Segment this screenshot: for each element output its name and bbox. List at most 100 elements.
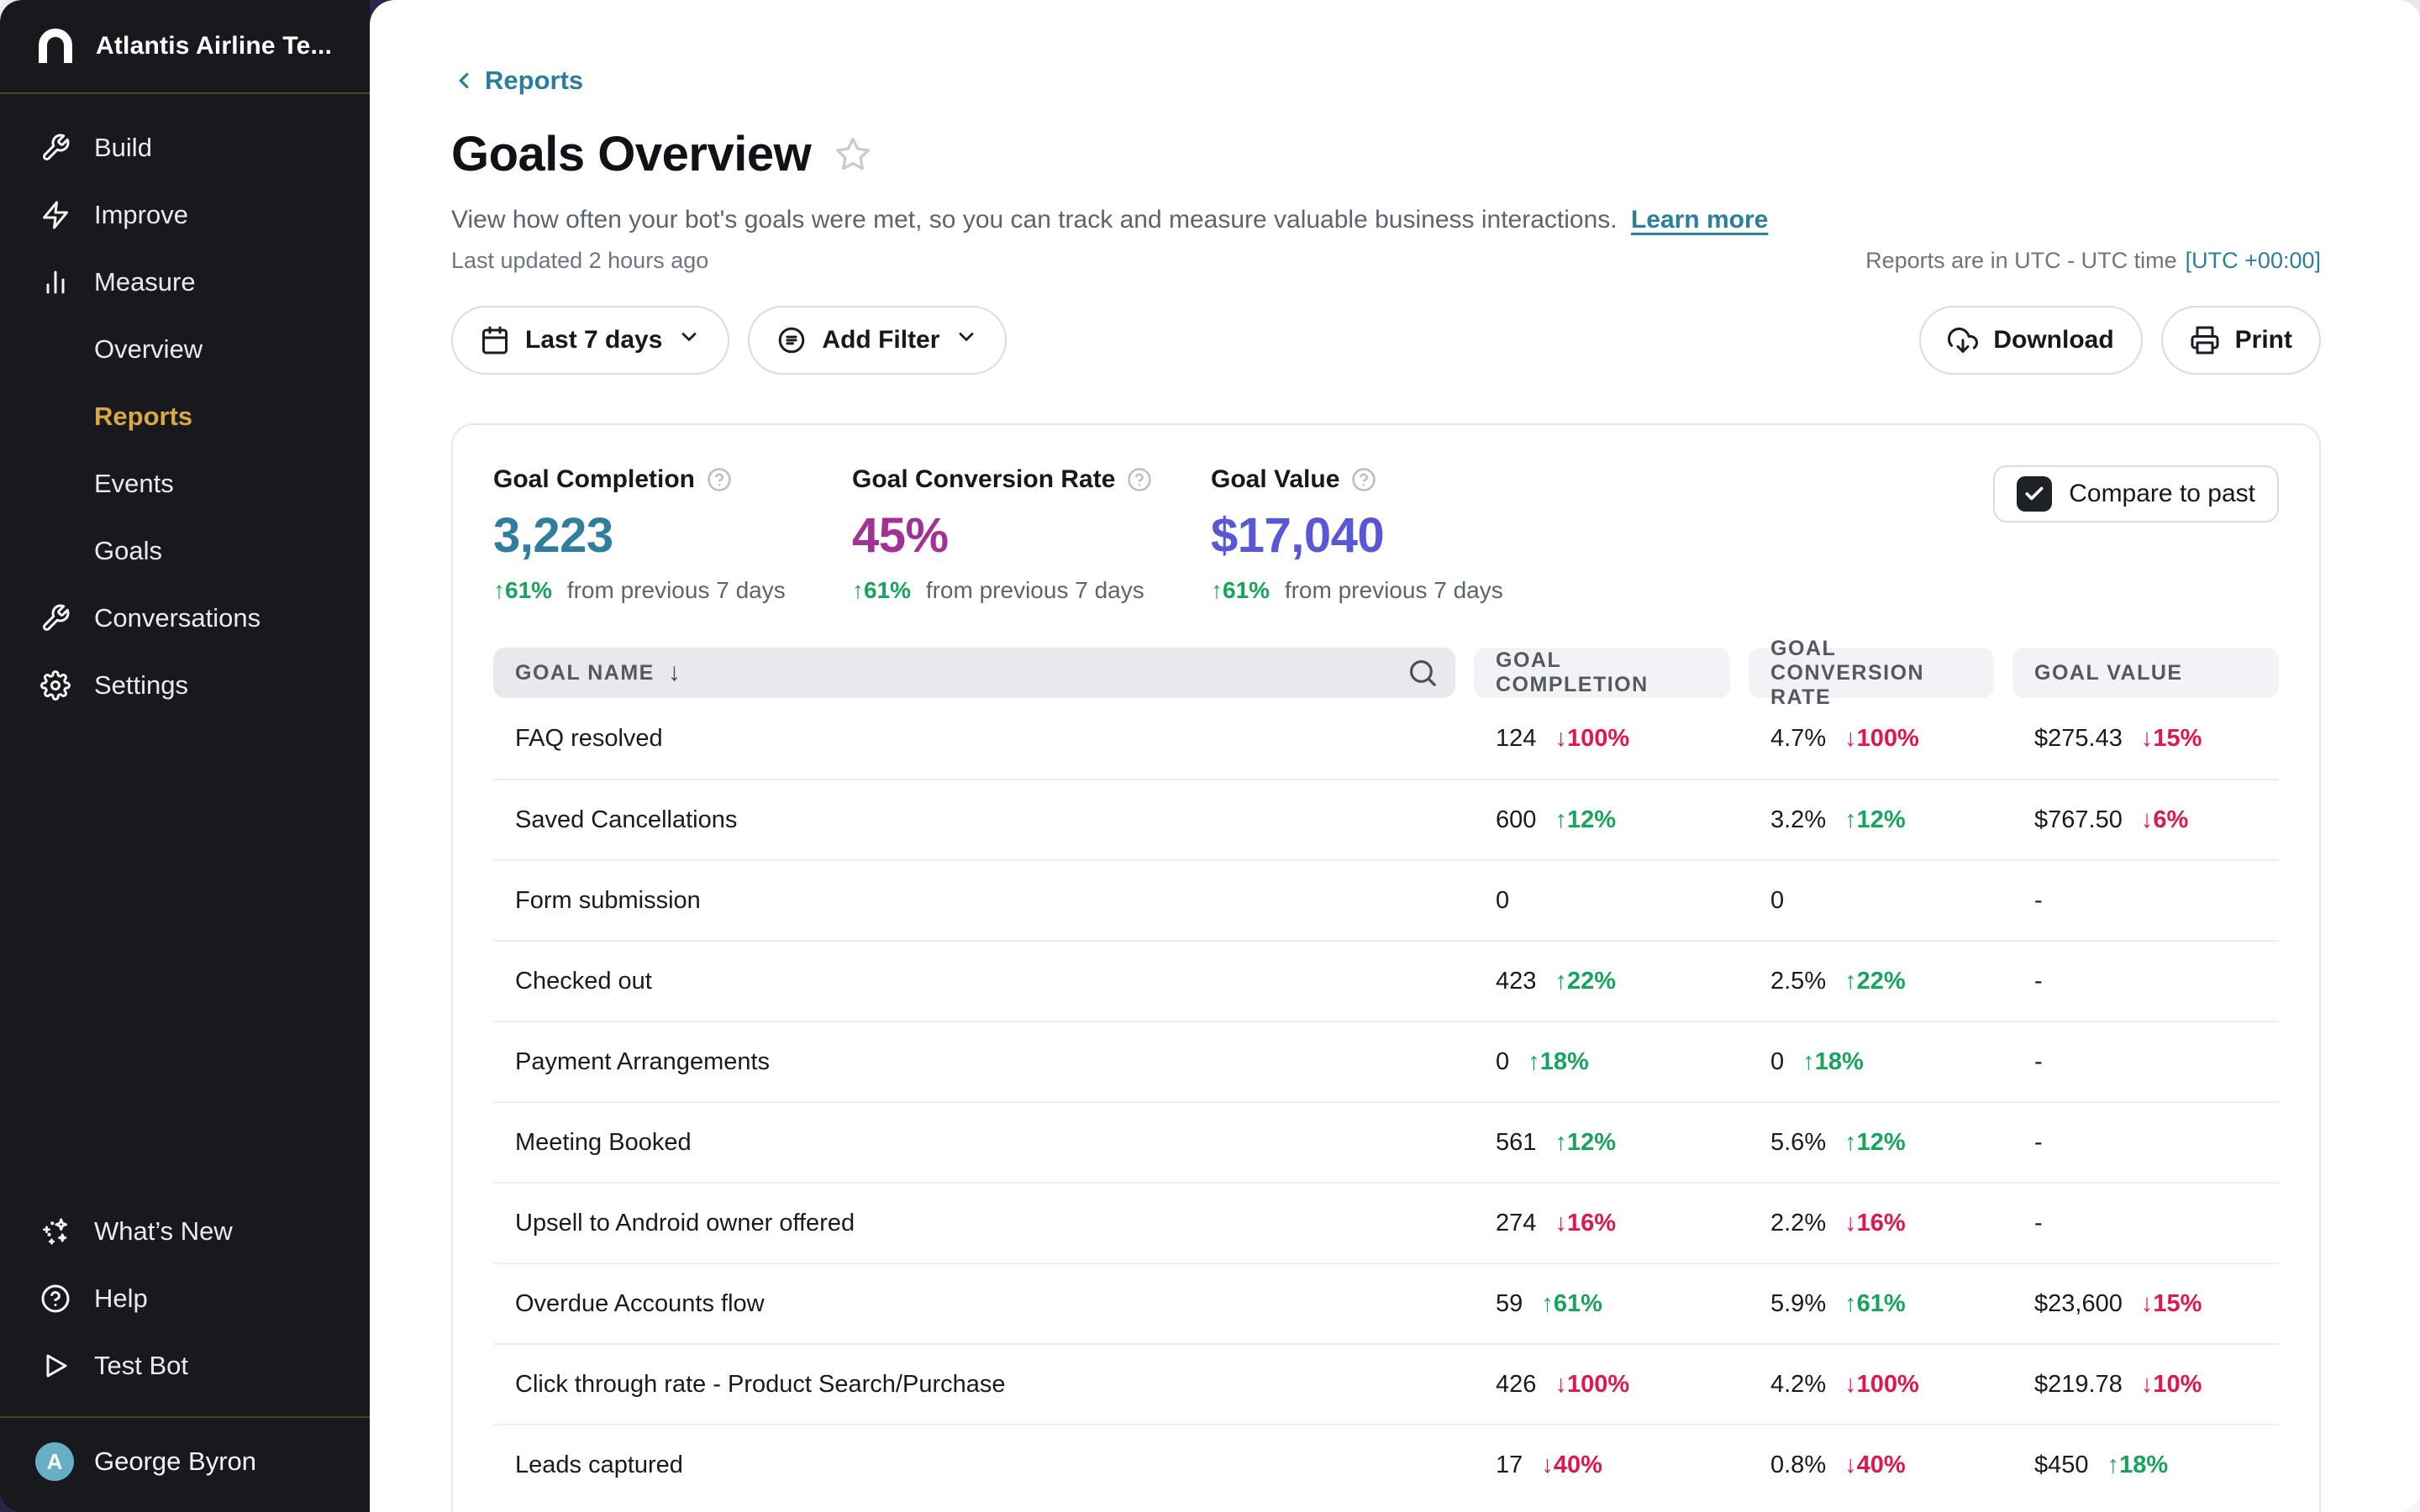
goal-name: FAQ resolved xyxy=(515,725,663,752)
sidebar-item-settings[interactable]: Settings xyxy=(0,652,370,719)
goal-value-cell: - xyxy=(2012,968,2279,995)
column-header-goal-completion[interactable]: GOAL COMPLETION xyxy=(1474,648,1730,698)
kpi-delta: ↑61% xyxy=(1211,577,1270,603)
table-row[interactable]: Form submission 0 0 - xyxy=(493,859,2279,940)
sort-descending-icon[interactable]: ↓ xyxy=(668,659,681,687)
completion-delta: ↑12% xyxy=(1555,1129,1616,1156)
kpi-label: Goal Conversion Rate xyxy=(852,465,1115,494)
completion-delta: ↑12% xyxy=(1555,806,1616,833)
add-filter-button[interactable]: Add Filter xyxy=(748,306,1007,375)
table-row[interactable]: Checked out 423 ↑22% 2.5% ↑22% - xyxy=(493,940,2279,1021)
goal-value-cell: - xyxy=(2012,1129,2279,1157)
download-button[interactable]: Download xyxy=(1919,306,2142,375)
workspace-switcher[interactable]: Atlantis Airline Te... xyxy=(0,0,370,94)
print-label: Print xyxy=(2235,326,2292,354)
table-row[interactable]: Leads captured 17 ↓40% 0.8% ↓40% $450 xyxy=(493,1424,2279,1504)
kpi-help-icon[interactable] xyxy=(1127,467,1152,492)
kpi-value: 3,223 xyxy=(493,507,852,564)
value-delta: ↓15% xyxy=(2141,725,2202,752)
print-button[interactable]: Print xyxy=(2161,306,2321,375)
goal-value-cell: $450 ↑18% xyxy=(2012,1452,2279,1479)
favorite-star-icon[interactable] xyxy=(834,136,871,173)
sidebar-item-measure[interactable]: Measure xyxy=(0,249,370,316)
sidebar-item-events[interactable]: Events xyxy=(0,450,370,517)
kpi-delta: ↑61% xyxy=(493,577,552,603)
kpi-card: Goal Completion 3,223 ↑61% from previous… xyxy=(493,465,852,604)
completion-delta: ↓100% xyxy=(1555,1371,1629,1398)
sidebar-item-help[interactable]: Help xyxy=(0,1265,370,1332)
column-label: GOAL COMPLETION xyxy=(1496,648,1708,697)
kpi-help-icon[interactable] xyxy=(1351,467,1376,492)
timezone-value-link[interactable]: [UTC +00:00] xyxy=(2186,248,2321,273)
column-header-goal-name[interactable]: GOAL NAME ↓ xyxy=(493,648,1455,698)
column-header-goal-conversion-rate[interactable]: GOAL CONVERSION RATE xyxy=(1749,648,1994,698)
table-row[interactable]: Payment Arrangements 0 ↑18% 0 ↑18% - xyxy=(493,1021,2279,1101)
goal-name-cell: Checked out xyxy=(493,968,1455,995)
goal-completion-cell: 0 xyxy=(1474,887,1730,915)
table-row[interactable]: Click through rate - Product Search/Purc… xyxy=(493,1343,2279,1424)
compare-to-past-toggle[interactable]: Compare to past xyxy=(1993,465,2279,522)
date-range-label: Last 7 days xyxy=(525,326,662,354)
sidebar-item-label: Overview xyxy=(94,334,203,365)
calendar-icon xyxy=(480,325,510,355)
completion-delta: ↑22% xyxy=(1555,968,1616,995)
goal-completion-cell: 426 ↓100% xyxy=(1474,1371,1730,1399)
timezone-note: Reports are in UTC - UTC time [UTC +00:00… xyxy=(1865,248,2321,274)
chevron-down-icon xyxy=(955,325,978,355)
learn-more-link[interactable]: Learn more xyxy=(1631,206,1768,234)
sidebar-item-conversations[interactable]: Conversations xyxy=(0,585,370,652)
sidebar-item-label: What’s New xyxy=(94,1216,233,1247)
column-label: GOAL CONVERSION RATE xyxy=(1770,637,1972,710)
avatar: A xyxy=(35,1442,74,1481)
goal-name: Form submission xyxy=(515,887,701,914)
kpi-help-icon[interactable] xyxy=(707,467,732,492)
sidebar-item-whats-new[interactable]: What’s New xyxy=(0,1198,370,1265)
checkbox-checked-icon[interactable] xyxy=(2017,476,2052,512)
table-row[interactable]: FAQ resolved 124 ↓100% 4.7% ↓100% $275.4… xyxy=(493,698,2279,779)
sidebar-item-overview[interactable]: Overview xyxy=(0,316,370,383)
search-icon[interactable] xyxy=(1407,657,1439,689)
play-icon xyxy=(39,1351,72,1381)
back-to-reports-link[interactable]: Reports xyxy=(451,66,583,96)
goal-name: Click through rate - Product Search/Purc… xyxy=(515,1371,1006,1398)
sidebar-item-improve[interactable]: Improve xyxy=(0,181,370,249)
conversion-value: 5.6% xyxy=(1770,1129,1826,1156)
kpi-label: Goal Value xyxy=(1211,465,1339,494)
conversion-delta: ↑61% xyxy=(1844,1290,1906,1317)
sidebar-item-goals[interactable]: Goals xyxy=(0,517,370,585)
goal-name-cell: Saved Cancellations xyxy=(493,806,1455,834)
column-header-goal-value[interactable]: GOAL VALUE xyxy=(2012,648,2279,698)
conversations-icon xyxy=(39,603,72,633)
goal-completion-cell: 124 ↓100% xyxy=(1474,725,1730,753)
kpi-value: $17,040 xyxy=(1211,507,1570,564)
completion-value: 274 xyxy=(1496,1210,1536,1236)
conversion-value: 0.8% xyxy=(1770,1452,1826,1478)
table-row[interactable]: Overdue Accounts flow 59 ↑61% 5.9% ↑61% … xyxy=(493,1263,2279,1343)
table-row[interactable]: Saved Cancellations 600 ↑12% 3.2% ↑12% $… xyxy=(493,779,2279,859)
goal-conversion-cell: 5.9% ↑61% xyxy=(1749,1290,1994,1318)
table-row[interactable]: Meeting Booked 561 ↑12% 5.6% ↑12% - xyxy=(493,1101,2279,1182)
sidebar-item-test-bot[interactable]: Test Bot xyxy=(0,1332,370,1399)
goal-completion-cell: 600 ↑12% xyxy=(1474,806,1730,834)
goal-name-cell: Overdue Accounts flow xyxy=(493,1290,1455,1318)
conversion-value: 4.2% xyxy=(1770,1371,1826,1398)
goal-name: Overdue Accounts flow xyxy=(515,1290,765,1317)
goal-conversion-cell: 4.2% ↓100% xyxy=(1749,1371,1994,1399)
timezone-text: Reports are in UTC - UTC time xyxy=(1865,248,2177,273)
chevron-down-icon xyxy=(677,325,701,355)
conversion-value: 0 xyxy=(1770,1048,1784,1075)
completion-delta: ↓100% xyxy=(1555,725,1629,752)
completion-value: 561 xyxy=(1496,1129,1536,1156)
user-menu[interactable]: A George Byron xyxy=(0,1416,370,1505)
date-range-button[interactable]: Last 7 days xyxy=(451,306,729,375)
sidebar-item-reports[interactable]: Reports xyxy=(0,383,370,450)
table-row[interactable]: Upsell to Android owner offered 274 ↓16%… xyxy=(493,1182,2279,1263)
value-value: $450 xyxy=(2034,1452,2089,1478)
goal-conversion-cell: 3.2% ↑12% xyxy=(1749,806,1994,834)
sidebar-item-label: Test Bot xyxy=(94,1351,188,1381)
measure-icon xyxy=(39,267,72,297)
sidebar-item-build[interactable]: Build xyxy=(0,114,370,181)
report-card: Compare to past Goal Completion 3,223 ↑ xyxy=(451,423,2321,1512)
value-value: - xyxy=(2034,887,2043,914)
page-description: View how often your bot's goals were met… xyxy=(451,206,1618,234)
